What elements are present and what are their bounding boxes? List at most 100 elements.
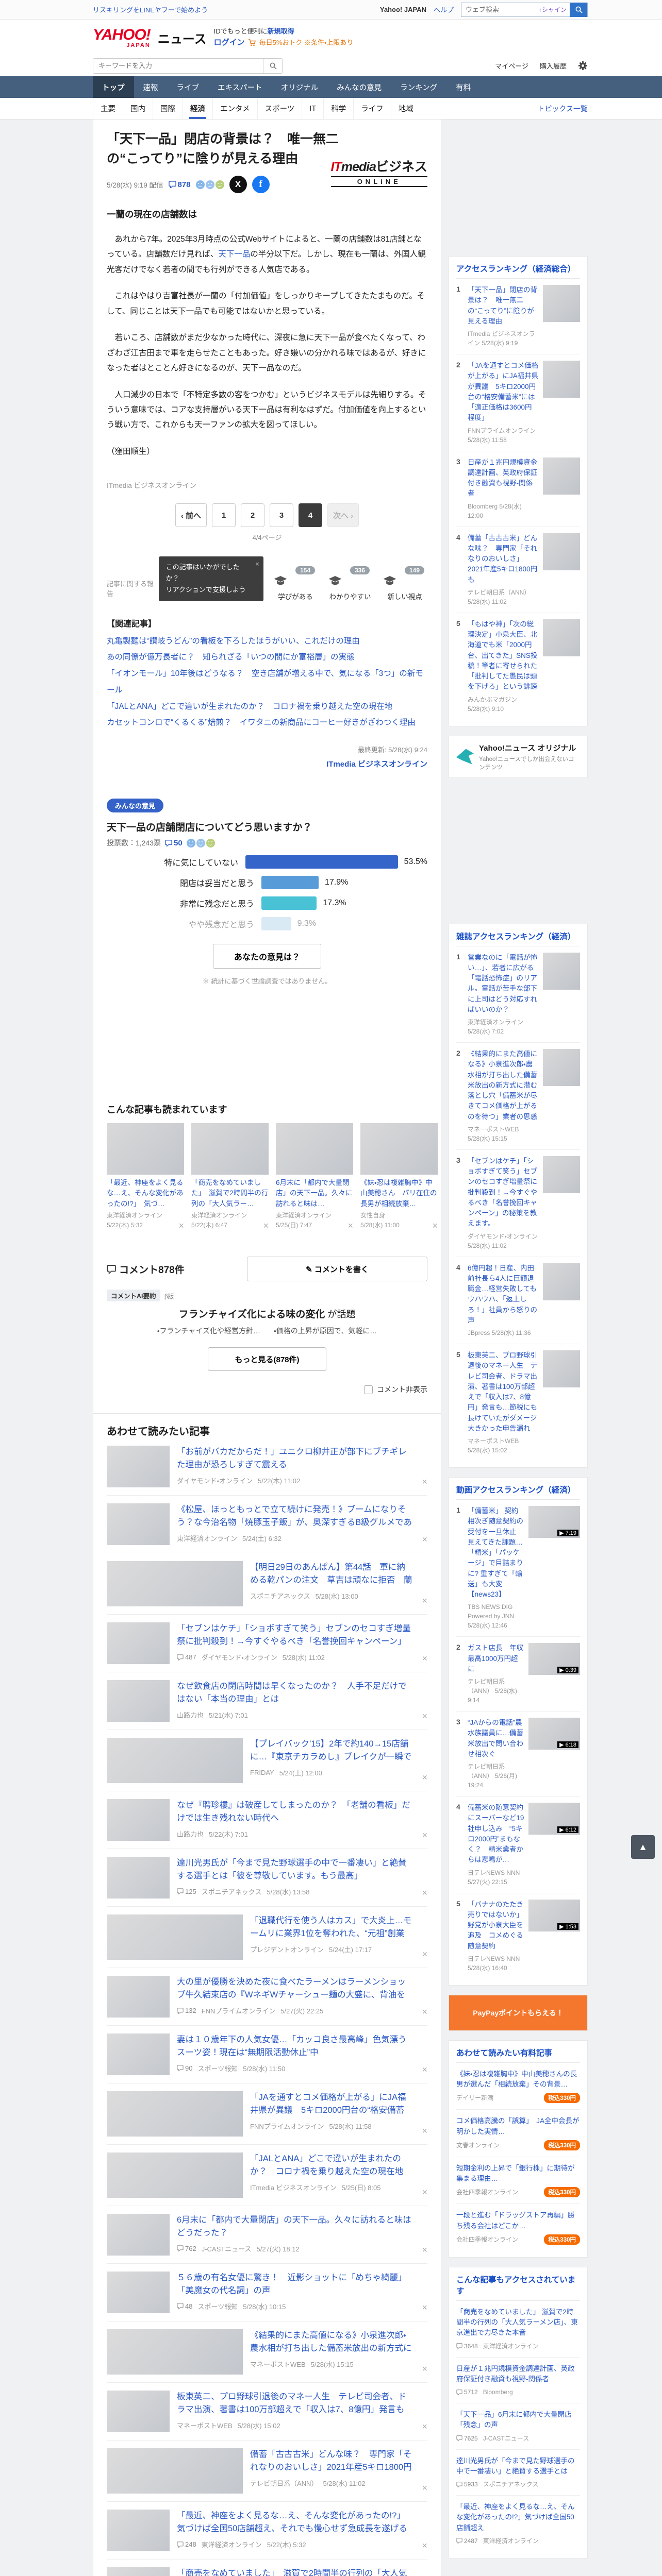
close-icon[interactable]: × (430, 1221, 438, 1231)
reaction-button[interactable]: 154 学びがある (273, 566, 318, 601)
close-icon[interactable]: × (420, 2187, 427, 2198)
poll-comment-count[interactable]: 50 (165, 839, 183, 848)
accessed-article-item[interactable]: 「最近、神座をよく見るな…え、そんな変化があったの!?」気づけば全国50店舗超え… (456, 2496, 580, 2552)
list-item[interactable]: 《松屋、ほっともっとで立て続けに発売！》ブームになりそう？な今治名物「焼豚玉子飯… (107, 1496, 427, 1554)
yahoo-japan-link[interactable]: Yahoo! JAPAN (380, 6, 426, 13)
close-icon[interactable]: × (345, 1221, 353, 1231)
close-icon[interactable]: × (420, 1596, 427, 1606)
write-comment-button[interactable]: ✎ コメントを書く (247, 1257, 427, 1282)
close-icon[interactable]: × (420, 2483, 427, 2494)
close-icon[interactable]: × (261, 1221, 269, 1231)
close-icon[interactable]: × (420, 2540, 427, 2551)
related-link[interactable]: 丸亀製麺は“讃岐うどん”の看板を下ろしたほうがいい、これだけの理由 (107, 633, 427, 650)
video-ranking-item[interactable]: 3 “JAからの電話”農水族議員に…備蓄米放出で問い合わせ相次ぐ テレビ朝日系（… (456, 1711, 580, 1797)
yahoo-news-logo[interactable]: YAHOO! JAPAN (93, 27, 151, 48)
close-icon[interactable]: × (420, 1711, 427, 1722)
page-button-2[interactable]: 2 (241, 503, 264, 528)
article-card[interactable]: 「商売をなめていました」 滋賀で2時間半の行列の「大人気ラー… 東洋経済オンライ… (191, 1123, 269, 1231)
nav-tab[interactable]: 有料 (446, 76, 480, 98)
close-icon[interactable]: × (420, 2364, 427, 2375)
category-tab[interactable]: ライフ (353, 98, 391, 119)
close-icon[interactable]: × (420, 1477, 427, 1487)
more-comments-button[interactable]: もっと見る(878件) (208, 1347, 326, 1371)
hide-comments-checkbox[interactable] (364, 1385, 373, 1394)
close-icon[interactable]: × (176, 1221, 184, 1231)
back-to-top-button[interactable]: ▲ (631, 1835, 655, 1859)
close-icon[interactable]: × (255, 558, 259, 570)
article-card[interactable]: 《妹・忍は複雑胸中》中山美穂さん パリ在住の長男が相続放棄… 女性自身 5/28… (360, 1123, 438, 1231)
ranking-item[interactable]: 3 日産が１兆円規模資金調達計画、英政府保証付き融資も視野-関係者 Bloomb… (456, 451, 580, 527)
ranking-item[interactable]: 5 「もはや神」「次の総理決定」小泉大臣、北海道でも米「2000円台、出てきた」… (456, 613, 580, 720)
mypage-link[interactable]: マイページ (495, 61, 528, 71)
list-item[interactable]: 「最近、神座をよく見るな…え、そんな変化があったの!?」 気づけば全国50店舗超… (107, 2502, 427, 2560)
nav-tab[interactable]: エキスパート (208, 76, 272, 98)
list-item[interactable]: 【プレイバック'15】2年で約140→15店舗に…『東京チカラめし』ブレイクが一… (107, 1730, 427, 1792)
prev-page-button[interactable]: ‹ 前へ (175, 503, 207, 528)
accessed-article-item[interactable]: 日産が１兆円規模資金調達計画、英政府保証付き融資も視野-関係者 5712 Blo… (456, 2358, 580, 2403)
category-tab[interactable]: 国際 (153, 98, 183, 119)
nav-tab[interactable]: みんなの意見 (327, 76, 391, 98)
login-link[interactable]: ログイン (214, 37, 245, 49)
report-article-link[interactable]: 記事に関する報告 (107, 579, 159, 598)
list-item[interactable]: 「JALとANA」どこで違いが生まれたのか？ コロナ禍を乗り越えた空の現在地 I… (107, 2145, 427, 2207)
gear-icon[interactable] (578, 61, 588, 71)
paid-article-item[interactable]: 一段と進む「ドラッグストア再編」勝ち残る会社はどこか… 会社四季報オンライン 税… (456, 2204, 580, 2251)
list-item[interactable]: 《結果的にまた高値になる》小泉進次郎・農水相が打ち出した備蓄米放出の新方式に潜む… (107, 2321, 427, 2383)
related-link[interactable]: カセットコンロで“くるくる”焙煎？ イワタニの新商品にコーヒー好きがざわつく理由 (107, 715, 427, 731)
close-icon[interactable]: × (420, 1888, 427, 1899)
ranking-item[interactable]: 1 営業なのに「電話が怖い…」、若者に広がる「電話恐怖症」のリアル。電話が苦手な… (456, 946, 580, 1043)
close-icon[interactable]: × (420, 1534, 427, 1545)
reaction-button[interactable]: 149 新しい視点 (382, 566, 427, 601)
list-item[interactable]: 妻は１０歳年下の人気女優…「カッコ良さ最高峰」色気漂うスーツ姿！現在は“無期限活… (107, 2026, 427, 2084)
accessed-article-item[interactable]: 「商売をなめていました」 滋賀で2時間半の行列の「大人気ラーメン店」、東京進出で… (456, 2301, 580, 2358)
close-icon[interactable]: × (420, 2064, 427, 2075)
category-tab[interactable]: エンタメ (212, 98, 257, 119)
ranking-item[interactable]: 4 備蓄「古古古米」どんな味？ 専門家「それなりのおいしさ」2021年産5キロ1… (456, 527, 580, 613)
nav-tab[interactable]: オリジナル (272, 76, 328, 98)
purchase-history-link[interactable]: 購入履歴 (540, 61, 567, 71)
paid-article-item[interactable]: コメ価格高騰の「誤算」 JA全中会長が明かした実情… 文春オンライン 税込330… (456, 2110, 580, 2157)
nav-tab[interactable]: トップ (93, 76, 134, 98)
keyword-search-button[interactable] (263, 58, 282, 73)
page-button-4-active[interactable]: 4 (299, 503, 322, 528)
next-page-button[interactable]: 次へ › (327, 503, 359, 528)
category-tab[interactable]: 主要 (93, 98, 123, 119)
category-tab[interactable]: スポーツ (257, 98, 302, 119)
page-button-3[interactable]: 3 (270, 503, 293, 528)
close-icon[interactable]: × (420, 1830, 427, 1841)
web-search-input[interactable] (461, 6, 539, 13)
list-item[interactable]: 「JAを通すとコメ価格が上がる」にJA福井県が異議 5キロ2000円台の“格安備… (107, 2083, 427, 2145)
close-icon[interactable]: × (420, 1949, 427, 1960)
category-tab[interactable]: 地域 (390, 98, 421, 119)
keyword-search-input[interactable] (93, 58, 263, 73)
accessed-article-item[interactable]: 達川光男氏が「今まで見た野球選手の中で一番凄い」と絶賛する選手とは 5933 ス… (456, 2450, 580, 2496)
web-search-button[interactable] (570, 2, 587, 17)
list-item[interactable]: ５６歳の有名女優に驚き！ 近影ショットに「めちゃ綺麗」「美魔女の代名詞」の声 4… (107, 2264, 427, 2322)
nav-tab[interactable]: 速報 (134, 76, 168, 98)
category-tab[interactable]: 経済 (183, 98, 212, 119)
article-card[interactable]: 6月末に「都内で大量閉店」の天下一品。久々に訪れると味は… 東洋経済オンライン … (276, 1123, 353, 1231)
close-icon[interactable]: × (420, 2245, 427, 2256)
yahoo-original-banner[interactable]: Yahoo!ニュース オリジナル Yahoo!ニュースでしか出会えないコンテンツ (449, 735, 588, 778)
itmedia-logo[interactable]: ITmediaビジネス ONLiNE (330, 157, 427, 187)
ranking-item[interactable]: 5 板東英二、プロ野球引退後のマネー人生 テレビ司会者、ドラマ出演、著書は100… (456, 1344, 580, 1461)
reaction-button[interactable]: 336 わかりやすい (327, 566, 373, 601)
ranking-item[interactable]: 3 「セブンはケチ」「ショボすぎて笑う」セブンのセコすぎ増量祭に批判殺到！→今す… (456, 1150, 580, 1257)
ranking-item[interactable]: 4 6億円超！日産、内田前社長ら4人に巨額退職金…経営失敗してもウハウハ、「返上… (456, 1257, 580, 1344)
related-link[interactable]: 「JALとANA」どこで違いが生まれたのか？ コロナ禍を乗り越えた空の現在地 (107, 699, 427, 715)
list-item[interactable]: 「お前がバカだからだ！」ユニクロ柳井正が部下にブチギレた理由が恐ろしすぎて震える… (107, 1438, 427, 1496)
ranking-item[interactable]: 1 「天下一品」閉店の背景は？ 唯一無二の“こってり”に陰りが見える理由 ITm… (456, 279, 580, 354)
ranking-item[interactable]: 2 「JAを通すとコメ価格が上がる」にJA福井県が異議 5キロ2000円台の“格… (456, 354, 580, 451)
list-item[interactable]: 【明日29日のあんぱん】第44話 軍に納める乾パンの注文 草吉は頑なに拒否 蘭子… (107, 1553, 427, 1615)
list-item[interactable]: 板東英二、プロ野球引退後のマネー人生 テレビ司会者、ドラマ出演、著書は100万部… (107, 2383, 427, 2441)
close-icon[interactable]: × (420, 1772, 427, 1783)
page-button-1[interactable]: 1 (212, 503, 236, 528)
topics-list-link[interactable]: トピックス一覧 (537, 104, 588, 114)
close-icon[interactable]: × (420, 2126, 427, 2137)
list-item[interactable]: 「セブンはケチ」「ショボすぎて笑う」セブンのセコすぎ増量祭に批判殺到！→今すぐや… (107, 1615, 427, 1673)
nav-tab[interactable]: ライブ (168, 76, 209, 98)
vote-button[interactable]: あなたの意見は？ (213, 944, 321, 969)
close-icon[interactable]: × (420, 2007, 427, 2018)
close-icon[interactable]: × (420, 2421, 427, 2432)
category-tab[interactable]: 科学 (323, 98, 353, 119)
